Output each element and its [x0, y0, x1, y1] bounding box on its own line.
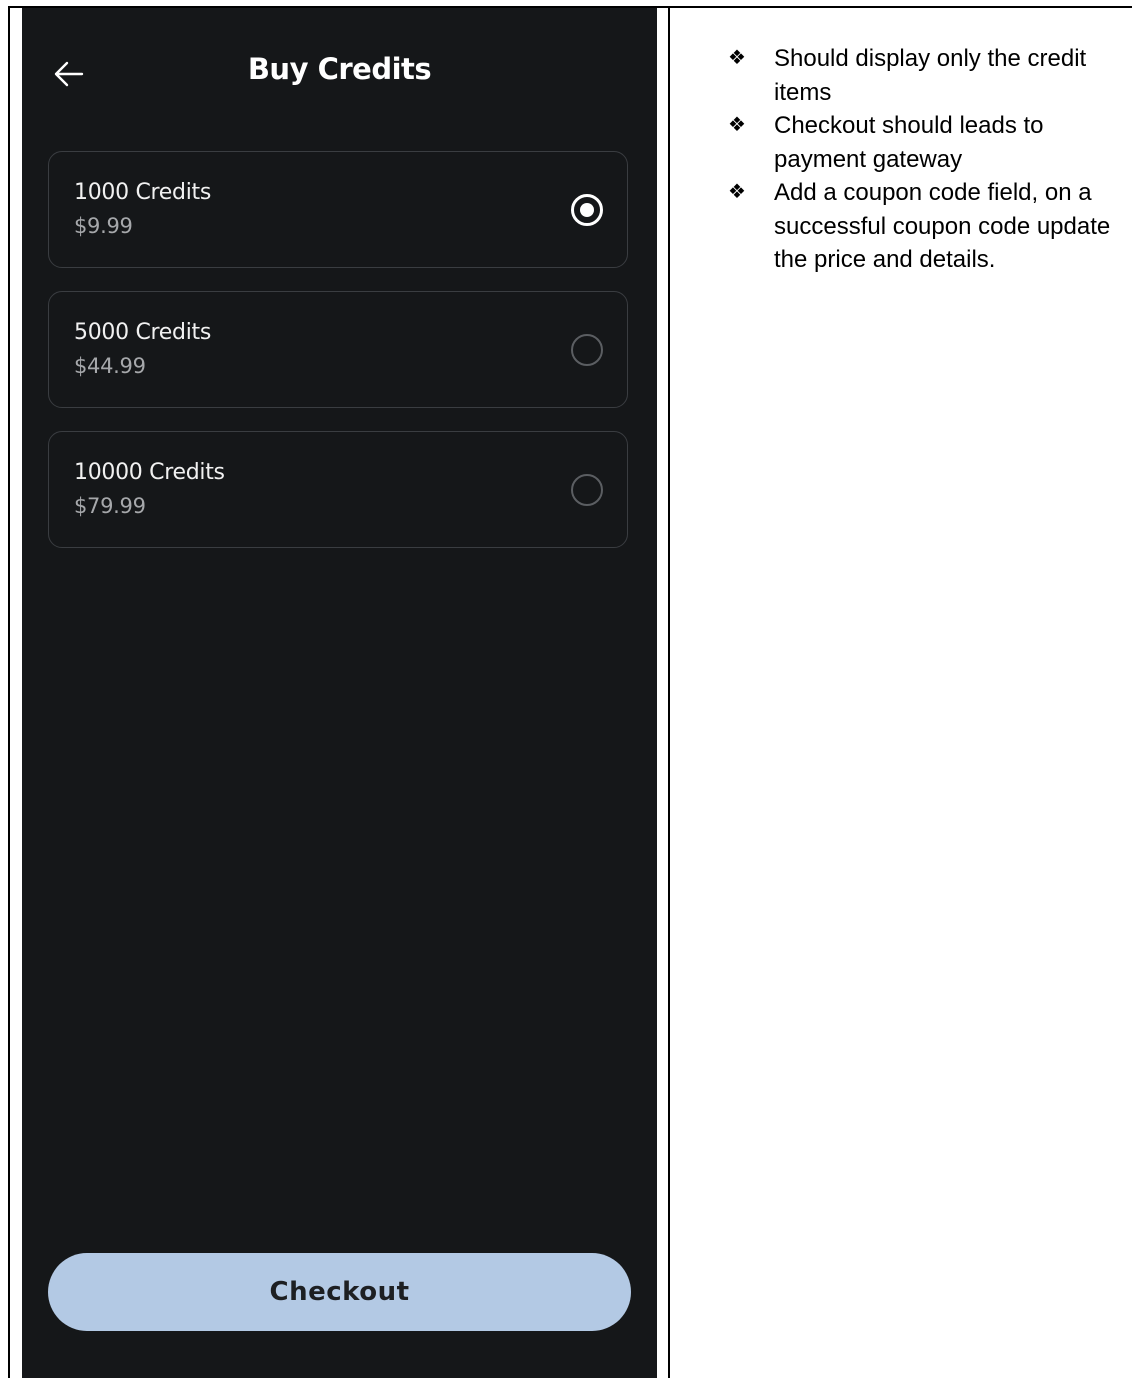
- four-diamond-bullet-icon: ❖: [728, 114, 746, 136]
- note-text: Add a coupon code field, on a successful…: [774, 179, 1111, 273]
- list-item: ❖ Checkout should leads to payment gatew…: [728, 109, 1128, 176]
- list-item: ❖ Should display only the credit items: [728, 42, 1128, 109]
- option-label: 10000 Credits: [74, 460, 225, 485]
- table-left-border: [8, 6, 10, 1378]
- credit-option-5000[interactable]: 5000 Credits $44.99: [48, 291, 628, 408]
- radio-unselected[interactable]: [571, 474, 603, 506]
- option-label: 1000 Credits: [74, 180, 212, 205]
- option-price: $44.99: [74, 354, 146, 378]
- radio-unselected[interactable]: [571, 334, 603, 366]
- credit-option-10000[interactable]: 10000 Credits $79.99: [48, 431, 628, 548]
- requirements-list: ❖ Should display only the credit items ❖…: [728, 42, 1128, 277]
- top-app-bar: Buy Credits: [22, 8, 657, 148]
- four-diamond-bullet-icon: ❖: [728, 181, 746, 203]
- note-text: Checkout should leads to payment gateway: [774, 112, 1044, 173]
- credit-option-1000[interactable]: 1000 Credits $9.99: [48, 151, 628, 268]
- checkout-button[interactable]: Checkout: [48, 1253, 631, 1331]
- page-title: Buy Credits: [247, 52, 432, 86]
- list-item: ❖ Add a coupon code field, on a successf…: [728, 176, 1128, 277]
- radio-selected[interactable]: [571, 194, 603, 226]
- four-diamond-bullet-icon: ❖: [728, 47, 746, 69]
- radio-dot: [580, 203, 594, 217]
- note-text: Should display only the credit items: [774, 45, 1087, 106]
- table-divider: [668, 6, 670, 1378]
- option-label: 5000 Credits: [74, 320, 212, 345]
- mobile-screen: Buy Credits 1000 Credits $9.99 5000 Cred…: [22, 8, 657, 1378]
- option-price: $9.99: [74, 214, 133, 238]
- option-price: $79.99: [74, 494, 146, 518]
